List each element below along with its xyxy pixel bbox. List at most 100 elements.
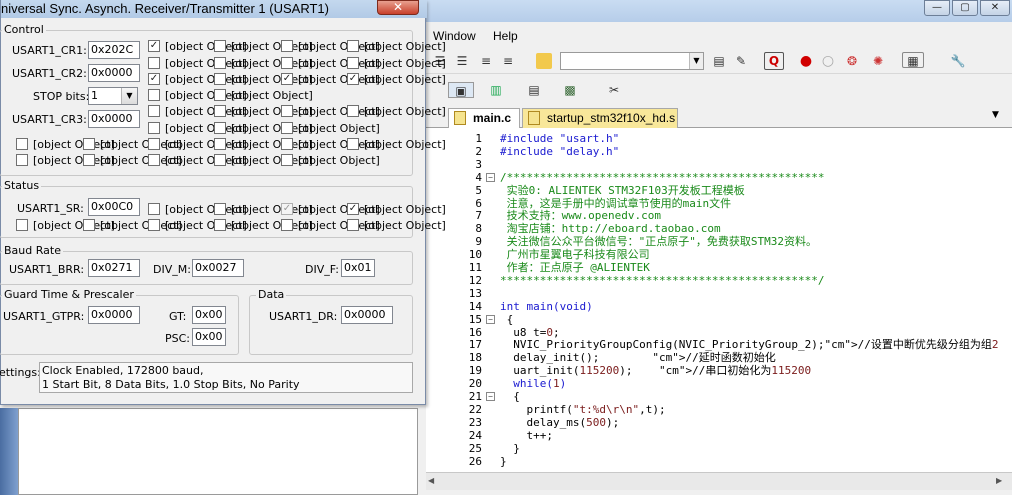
ide-close-button[interactable]: ✕ [980, 0, 1010, 16]
checkbox-lbdl[interactable]: [object Object] [281, 122, 380, 135]
editor-tabs: main.c startup_stm32f10x_hd.s ▼ [426, 106, 1012, 128]
breakpoint-clear-icon[interactable]: ✺ [870, 53, 886, 69]
div-f-label: DIV_F: [305, 263, 339, 276]
checkbox-pce[interactable]: [object Object] [347, 40, 446, 53]
maximize-button[interactable]: ▢ [952, 0, 978, 16]
code-line[interactable]: 25 } [426, 442, 1012, 455]
code-line[interactable]: 8 淘宝店铺：http://eboard.taobao.com [426, 222, 1012, 235]
checkbox-pe[interactable]: [object Object] [347, 219, 446, 232]
code-line[interactable]: 24 t++; [426, 429, 1012, 442]
gtpr-field[interactable]: 0x0000 [88, 306, 140, 324]
line-number: 11 [468, 261, 482, 274]
cr2-field[interactable]: 0x0000 [88, 64, 140, 82]
code-line[interactable]: 13 [426, 287, 1012, 300]
checkbox-tc[interactable]: ✓ [object Object] [347, 203, 446, 216]
div-m-field[interactable]: 0x0027 [192, 259, 244, 277]
brr-field[interactable]: 0x0271 [88, 259, 140, 277]
checkbox-sbk[interactable]: [object Object] [214, 89, 313, 102]
settings-label: ettings: [0, 366, 41, 379]
code-line[interactable]: 15− { [426, 313, 1012, 326]
code-line[interactable]: 18 delay_init(); "cm">//延时函数初始化 [426, 351, 1012, 364]
code-line[interactable]: 16 u8 t=0; [426, 326, 1012, 339]
line-number: 12 [468, 273, 482, 287]
fold-toggle-icon[interactable]: − [486, 392, 495, 401]
code-line[interactable]: 4−/*************************************… [426, 171, 1012, 184]
find-icon[interactable]: ▤ [711, 53, 727, 69]
watch-icon[interactable]: ▣ [448, 82, 474, 98]
breakpoint-icon[interactable]: ● [798, 53, 814, 69]
cr2-label: USART1_CR2: [12, 67, 87, 80]
code-text: { [500, 312, 514, 326]
analyzer-icon[interactable]: ▩ [562, 82, 578, 98]
fold-toggle-icon[interactable]: − [486, 314, 495, 324]
checkbox-label: [object Object] [364, 40, 446, 53]
tab-startup-file[interactable]: startup_stm32f10x_hd.s [522, 108, 678, 128]
cr3-field[interactable]: 0x0000 [88, 110, 140, 128]
comment-icon[interactable]: ≡ [478, 53, 494, 69]
replace-icon[interactable]: ✎ [733, 53, 749, 69]
checkbox-eie[interactable]: [object Object] [281, 154, 380, 167]
checkmark-icon: ✓ [281, 73, 293, 85]
minimize-button[interactable]: — [924, 0, 950, 16]
group-label: Baud Rate [2, 244, 63, 257]
code-line[interactable]: 2 #include "delay.h" [426, 145, 1012, 158]
code-editor[interactable]: 1 #include "usart.h" 2 #include "delay.h" 3 4… [426, 128, 1012, 472]
code-line[interactable]: 17 NVIC_PriorityGroupConfig(NVIC_Priorit… [426, 338, 1012, 351]
code-line[interactable]: 21− { [426, 390, 1012, 403]
code-line[interactable]: 20 while(1) [426, 377, 1012, 390]
unindent-icon[interactable]: ☰ [454, 53, 470, 69]
debug-icon[interactable]: Q [764, 52, 784, 70]
code-line[interactable]: 12 **************************************… [426, 274, 1012, 287]
dr-field[interactable]: 0x0000 [341, 306, 393, 324]
code-line[interactable]: 26} [426, 455, 1012, 468]
group-label: Guard Time & Prescaler [2, 288, 136, 301]
div-f-field[interactable]: 0x01 [341, 259, 375, 277]
guard-group: Guard Time & Prescaler [0, 288, 239, 355]
tab-main-c[interactable]: main.c [448, 108, 520, 128]
cr1-field[interactable]: 0x202C [88, 41, 140, 59]
fold-toggle-icon[interactable]: − [486, 172, 495, 182]
code-line[interactable]: 7 技术支持：www.openedv.com [426, 209, 1012, 222]
code-line[interactable]: 9 关注微信公众平台微信号："正点原子"，免费获取STM32资料。 [426, 235, 1012, 248]
serial-icon[interactable]: ▤ [526, 82, 542, 98]
checkbox-box [16, 219, 28, 231]
memory-icon[interactable]: ▥ [488, 82, 504, 98]
line-number: 9 [475, 235, 482, 249]
tab-list-dropdown[interactable]: ▼ [992, 110, 999, 120]
tools-icon[interactable]: ✂ [606, 82, 622, 98]
code-line[interactable]: 22 printf("t:%d\r\n",t); [426, 403, 1012, 416]
psc-label: PSC: [165, 332, 191, 345]
menu-help[interactable]: Help [493, 29, 518, 43]
gt-field[interactable]: 0x00 [192, 306, 226, 324]
window-layout-icon[interactable]: ▦ [902, 52, 924, 68]
uncomment-icon[interactable]: ≡ [500, 53, 516, 69]
checkbox-cpha[interactable]: [object Object] [347, 105, 446, 118]
code-line[interactable]: 5 实验0: ALIENTEK STM32F103开发板工程模板 [426, 184, 1012, 197]
code-line[interactable]: 19 uart_init(115200); "cm">//串口初始化为11520… [426, 364, 1012, 377]
sr-field[interactable]: 0x00C0 [88, 198, 140, 216]
configure-icon[interactable]: 🔧 [950, 53, 966, 69]
checkbox-box [214, 105, 226, 117]
checkbox-re[interactable]: ✓ [object Object] [347, 73, 446, 86]
stop-bits-select[interactable]: 1 ▼ [88, 87, 138, 105]
checkbox-tcie[interactable]: [object Object] [347, 57, 446, 70]
code-line[interactable]: 11 作者：正点原子 @ALIENTEK [426, 261, 1012, 274]
horizontal-scrollbar[interactable]: ◀ ▶ [426, 472, 1012, 490]
find-combo[interactable]: ▼ [560, 52, 704, 70]
breakpoint-toggle-icon[interactable]: ❂ [844, 53, 860, 69]
code-line[interactable]: 10 广州市星翼电子科技有限公司 [426, 248, 1012, 261]
checkbox-scen[interactable]: [object Object] [347, 138, 446, 151]
code-line[interactable]: 6 注意，这是手册中的调试章节使用的main文件 [426, 197, 1012, 210]
code-line[interactable]: 1 #include "usart.h" [426, 132, 1012, 145]
open-file-icon[interactable] [536, 53, 552, 69]
psc-field[interactable]: 0x00 [192, 328, 226, 346]
breakpoint-disabled-icon[interactable]: ○ [820, 53, 836, 69]
checkbox-box [148, 219, 160, 231]
code-line[interactable]: 14 int main(void) [426, 300, 1012, 313]
dialog-close-button[interactable]: ✕ [377, 0, 419, 15]
group-label: Control [2, 23, 46, 36]
code-line[interactable]: 23 delay_ms(500); [426, 416, 1012, 429]
code-line[interactable]: 3 [426, 158, 1012, 171]
ide-titlebar: — ▢ ✕ [420, 0, 1012, 22]
checkbox-box [281, 40, 293, 52]
